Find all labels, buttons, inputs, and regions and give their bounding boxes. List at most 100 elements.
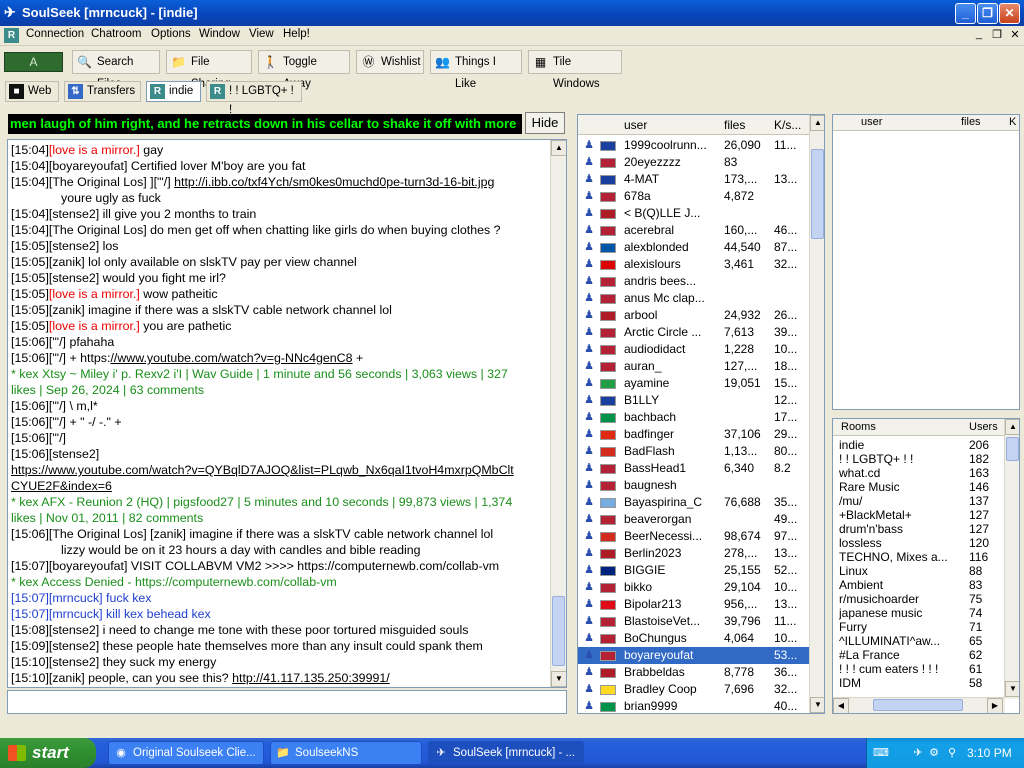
chat-input[interactable] [7, 690, 567, 714]
room-row[interactable]: Linux 88 [833, 564, 1003, 578]
scroll-down-icon[interactable]: ▼ [551, 671, 566, 687]
scroll-thumb[interactable] [1006, 437, 1019, 461]
wishlist-button[interactable]: Ⓦ Wishlist [356, 50, 424, 74]
room-row[interactable]: ^ILLUMINATI^aw... 65 [833, 634, 1003, 648]
column-user[interactable]: user [861, 116, 882, 128]
user-row[interactable]: ♟ andris bees... [578, 273, 810, 290]
chat-username[interactable]: [stense2] [49, 271, 99, 285]
room-row[interactable]: ! ! ! cum eaters ! ! ! 61 [833, 662, 1003, 676]
user-row[interactable]: ♟ acerebral 160,... 46... [578, 222, 810, 239]
app-icon[interactable]: R [4, 28, 19, 43]
chat-link[interactable]: http://i.ibb.co/txf4Ych/sm0kes0muchd0pe-… [174, 175, 494, 189]
user-row[interactable]: ♟ Berlin2023 278,... 13... [578, 545, 810, 562]
scroll-thumb[interactable] [552, 596, 565, 666]
room-row[interactable]: drum'n'bass 127 [833, 522, 1003, 536]
user-row[interactable]: ♟ BadFlash 1,13... 80... [578, 443, 810, 460]
room-row[interactable]: japanese music 74 [833, 606, 1003, 620]
chat-username[interactable]: [stense2] [49, 207, 99, 221]
search-files-button[interactable]: 🔍Search Files [72, 50, 160, 90]
chat-username[interactable]: [boyareyoufat] [49, 559, 128, 573]
user-list-scrollbar[interactable]: ▲ ▼ [809, 115, 824, 713]
column-files[interactable]: files [961, 116, 981, 128]
menu-window[interactable]: Window [199, 28, 240, 40]
room-row[interactable]: Ambient 83 [833, 578, 1003, 592]
scroll-right-icon[interactable]: ▶ [987, 698, 1003, 713]
scroll-down-icon[interactable]: ▼ [1005, 681, 1019, 697]
chat-username[interactable]: [The Original Los] [49, 175, 147, 189]
chat-username[interactable]: ["'/] [49, 431, 66, 445]
room-row[interactable]: IDM 58 [833, 676, 1003, 690]
maximize-button[interactable]: ❐ [977, 3, 998, 24]
room-row[interactable]: #La France 62 [833, 648, 1003, 662]
room-row[interactable]: r/musichoarder 75 [833, 592, 1003, 606]
user-row[interactable]: ♟ beaverorgan 49... [578, 511, 810, 528]
mdi-restore-icon[interactable]: ❐ [990, 28, 1004, 41]
tile-windows-button[interactable]: ▦ Tile Windows [528, 50, 622, 90]
room-row[interactable]: ! ! LGBTQ+ ! ! 182 [833, 452, 1003, 466]
room-row[interactable]: TECHNO, Mixes a... 116 [833, 550, 1003, 564]
private-user-list[interactable]: user files K [832, 114, 1020, 410]
user-row[interactable]: ♟ Bradley Coop 7,696 32... [578, 681, 810, 698]
user-row[interactable]: ♟ 1999coolrunn... 26,090 11... [578, 137, 810, 154]
chat-username[interactable]: [zanik] [49, 303, 85, 317]
chat-scrollbar[interactable]: ▲ ▼ [550, 140, 566, 687]
user-row[interactable]: ♟ brian9999 40... [578, 698, 810, 713]
tab-lgbtq[interactable]: R! ! LGBTQ+ ! ! [206, 81, 302, 116]
user-row[interactable]: ♟ BoChungus 4,064 10... [578, 630, 810, 647]
chat-link[interactable]: https://www.youtube.com/watch?v=QYBqlD7A… [11, 463, 514, 477]
chat-link[interactable]: //www.youtube.com/watch?v=g-NNc4genC8 [110, 351, 352, 365]
user-row[interactable]: ♟ BIGGIE 25,155 52... [578, 562, 810, 579]
user-row[interactable]: ♟ Bayaspirina_C 76,688 35... [578, 494, 810, 511]
things-i-like-button[interactable]: 👥 Things I Like [430, 50, 522, 90]
user-row[interactable]: ♟ auran_ 127,... 18... [578, 358, 810, 375]
chat-username[interactable]: [boyareyoufat] [49, 159, 128, 173]
tab-web[interactable]: ■ Web [5, 81, 59, 102]
scroll-up-icon[interactable]: ▲ [810, 115, 824, 131]
chat-username[interactable]: [love is a mirror.] [49, 143, 140, 157]
chat-username[interactable]: [The Original Los] [49, 223, 147, 237]
room-list-hscroll[interactable]: ◀ ▶ [833, 697, 1005, 713]
mdi-close-icon[interactable]: ✕ [1008, 28, 1022, 41]
title-bar[interactable]: ✈ SoulSeek [mrncuck] - [indie] _ ❐ ✕ [0, 0, 1024, 26]
chat-username[interactable]: ["'/] [49, 415, 66, 429]
chat-username[interactable]: [love is a mirror.] [49, 287, 140, 301]
user-row[interactable]: ♟ B1LLY 12... [578, 392, 810, 409]
room-row[interactable]: +BlackMetal+ 127 [833, 508, 1003, 522]
tab-transfers[interactable]: ⇅ Transfers [64, 81, 141, 102]
menu-options[interactable]: Options [151, 28, 191, 40]
column-k[interactable]: K [1009, 116, 1016, 128]
column-rooms[interactable]: Rooms [841, 421, 876, 433]
menu-help[interactable]: Help! [283, 28, 310, 40]
chat-username[interactable]: ["'/] [49, 335, 66, 349]
search-tray-icon[interactable]: ⚲ [945, 746, 959, 760]
scroll-down-icon[interactable]: ▼ [810, 697, 824, 713]
chat-username[interactable]: [The Original Los] [49, 527, 147, 541]
user-row[interactable]: ♟ boyareyoufat 53... [578, 647, 810, 664]
task-original-soulseek[interactable]: ◉ Original Soulseek Clie... [108, 741, 264, 765]
close-button[interactable]: ✕ [999, 3, 1020, 24]
room-row[interactable]: /mu/137 [833, 494, 1003, 508]
chat-username[interactable]: [stense2] [49, 639, 99, 653]
room-row[interactable]: indie 206 [833, 438, 1003, 452]
user-row[interactable]: ♟ 678a 4,872 [578, 188, 810, 205]
user-row[interactable]: ♟ Arctic Circle ... 7,613 39... [578, 324, 810, 341]
user-row[interactable]: ♟ ayamine 19,051 15... [578, 375, 810, 392]
room-row[interactable]: Furry 71 [833, 620, 1003, 634]
room-row[interactable]: what.cd 163 [833, 466, 1003, 480]
chat-username[interactable]: [stense2] [49, 655, 99, 669]
tab-indie[interactable]: Rindie [146, 81, 201, 102]
user-row[interactable]: ♟ bachbach 17... [578, 409, 810, 426]
chat-username[interactable]: [mrncuck] [49, 591, 103, 605]
chat-username[interactable]: [love is a mirror.] [49, 319, 140, 333]
mdi-minimize-icon[interactable]: _ [972, 28, 986, 40]
scroll-up-icon[interactable]: ▲ [1005, 419, 1019, 435]
chat-username[interactable]: ["'/] [49, 399, 66, 413]
user-row[interactable]: ♟ BlastoiseVet... 39,796 11... [578, 613, 810, 630]
task-soulseekns[interactable]: 📁 SoulseekNS [270, 741, 422, 765]
user-list[interactable]: user files K/s... ♟ 1999coolrunn... 26,090… [577, 114, 825, 714]
user-row[interactable]: ♟ BassHead1 6,340 8.2 [578, 460, 810, 477]
scroll-thumb[interactable] [873, 699, 963, 711]
keyboard-icon[interactable]: ⌨ [873, 746, 889, 760]
file-sharing-button[interactable]: 📁File Sharing [166, 50, 252, 90]
user-row[interactable]: ♟ 20eyezzzz 83 [578, 154, 810, 171]
